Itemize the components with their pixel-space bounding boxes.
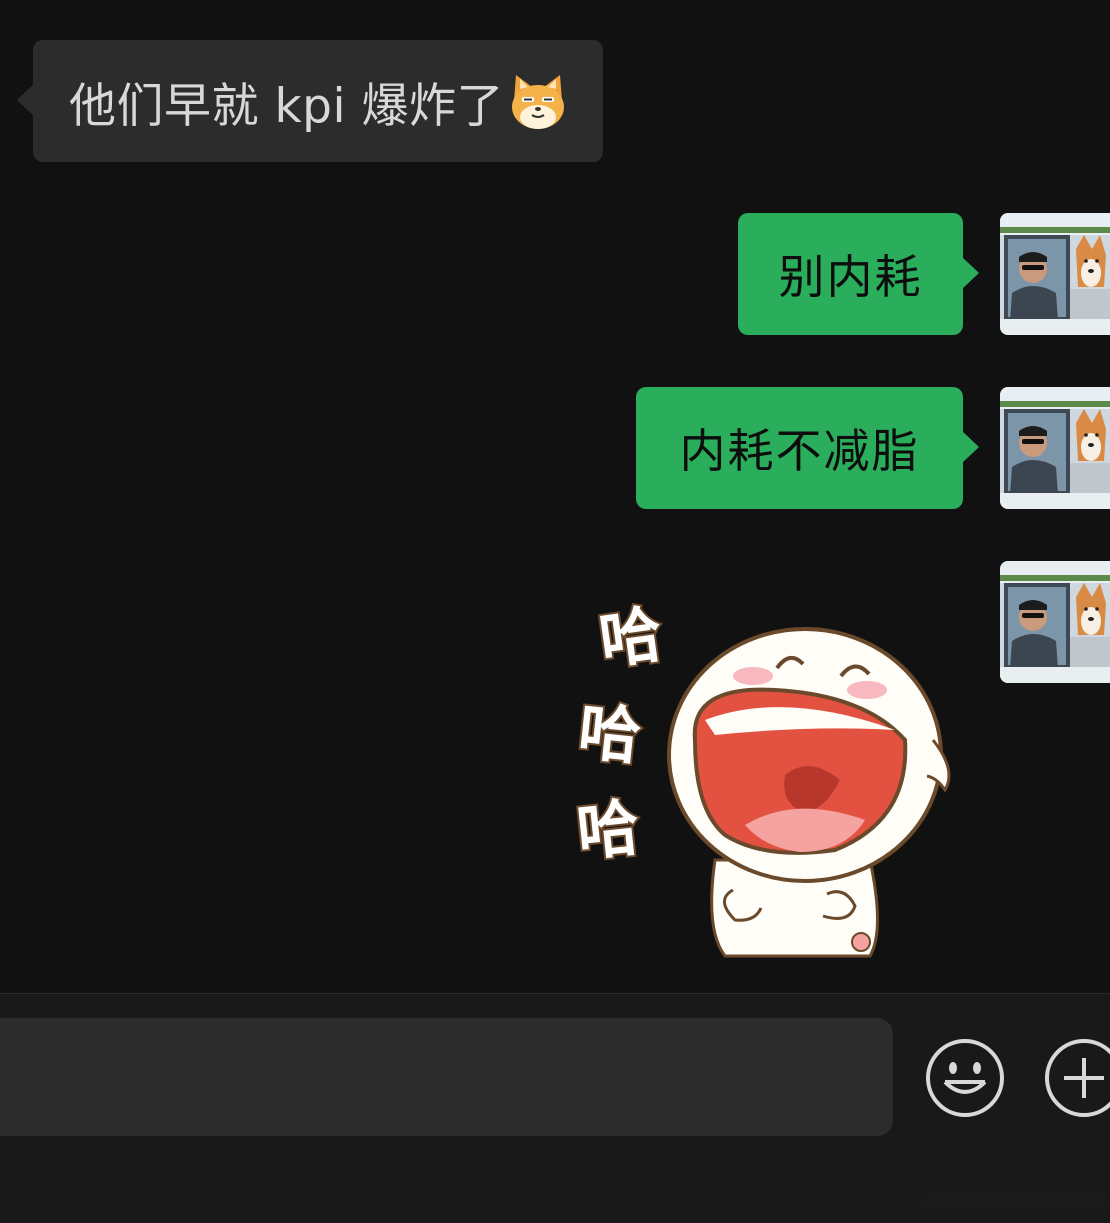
message-input[interactable] — [0, 1018, 893, 1136]
avatar[interactable] — [1000, 213, 1110, 335]
incoming-message-bubble[interactable]: 他们早就 kpi 爆炸了 — [17, 40, 603, 162]
plus-icon[interactable] — [1044, 1038, 1110, 1118]
laughing-character-image: 哈 哈 哈 — [571, 595, 951, 958]
avatar-photo — [1000, 213, 1110, 335]
home-indicator — [920, 1190, 1110, 1212]
outgoing-message-bubble[interactable]: 别内耗 — [738, 213, 979, 335]
chat-screen: 他们早就 kpi 爆炸了 别内耗 内耗不减脂 哈 哈 哈 — [0, 0, 1110, 1223]
message-text: 内耗不减脂 — [679, 424, 920, 478]
avatar[interactable] — [1000, 387, 1110, 509]
avatar-photo — [1000, 387, 1110, 509]
smiley-face-icon[interactable] — [925, 1038, 1005, 1118]
sticker-text-2: 哈 — [575, 694, 644, 773]
laughing-sticker[interactable]: 哈 哈 哈 — [565, 590, 975, 960]
sticker-text-1: 哈 — [595, 597, 667, 678]
avatar[interactable] — [1000, 561, 1110, 683]
outgoing-message-bubble[interactable]: 内耗不减脂 — [636, 387, 979, 509]
message-text: 别内耗 — [778, 250, 923, 304]
message-input-bar — [0, 993, 1110, 1223]
message-text: 他们早就 kpi 爆炸了 — [69, 78, 504, 134]
cat-face-emoji-icon — [512, 75, 564, 129]
sticker-text-3: 哈 — [573, 791, 642, 870]
avatar-photo — [1000, 561, 1110, 683]
